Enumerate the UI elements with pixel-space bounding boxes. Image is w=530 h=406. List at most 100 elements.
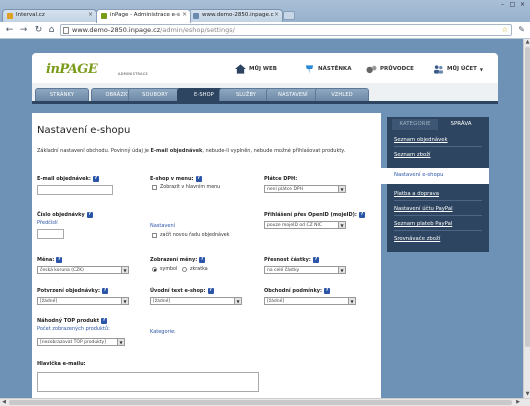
close-tab-icon[interactable]: × — [88, 11, 93, 18]
divider — [394, 230, 482, 231]
tab-pages[interactable]: STRÁNKY — [35, 88, 89, 101]
count-link[interactable]: Počet zobrazených produktů: — [37, 326, 110, 332]
favicon-icon — [193, 13, 199, 19]
tab-services[interactable]: SLUŽBY — [219, 88, 273, 101]
chevron-down-icon: ▼ — [234, 298, 241, 304]
back-icon[interactable]: ← — [4, 25, 15, 36]
forward-icon[interactable]: → — [18, 25, 29, 36]
terms-select[interactable]: [žádné] ▼ — [264, 297, 356, 305]
reload-icon[interactable]: ↻ — [33, 25, 44, 36]
email-input[interactable] — [37, 185, 113, 195]
close-window-icon[interactable]: × — [519, 2, 526, 8]
main-navigation: STRÁNKY OBRÁZKY SOUBORY E-SHOP SLUŽBY NA… — [32, 83, 498, 104]
confirmation-label: Potvrzení objednávky: — [37, 288, 101, 294]
prefix-input[interactable] — [37, 229, 64, 239]
minimize-icon[interactable]: – — [499, 2, 506, 8]
horizontal-scrollbar[interactable]: ◀ ▶ — [0, 398, 530, 406]
close-tab-icon[interactable]: × — [182, 11, 187, 18]
tab-settings[interactable]: NASTAVENÍ — [266, 88, 320, 101]
new-tab-button[interactable] — [283, 11, 295, 20]
help-icon[interactable]: ? — [102, 288, 109, 294]
star-icon[interactable]: ☆ — [502, 25, 508, 36]
tab-appearance[interactable]: VZHLED — [315, 88, 369, 101]
help-icon[interactable]: ? — [56, 257, 63, 263]
address-bar[interactable]: www.demo-2850.inpage.cz/admin/eshop/sett… — [60, 24, 512, 36]
settings-link[interactable]: Nastavení — [150, 223, 175, 229]
sidebar-item-products[interactable]: Seznam zboží — [394, 152, 482, 158]
help-icon[interactable]: ? — [101, 318, 108, 324]
random-top-label: Náhodný TOP produkt — [37, 318, 100, 324]
symbol-radio[interactable]: symbol — [152, 267, 177, 272]
browser-tab-admin[interactable]: inPage - Administrace e-s × — [96, 9, 191, 23]
chevron-down-icon: ▼ — [338, 222, 345, 228]
openid-select[interactable]: pouze mojeID od CZ NIC ▼ — [264, 221, 346, 229]
tab-categories[interactable]: KATEGORIE — [392, 119, 438, 130]
email-header-textarea[interactable] — [37, 372, 259, 392]
order-number-label: Číslo objednávky — [37, 212, 85, 218]
intro-text-group: Úvodní text e-shop:? — [150, 288, 214, 294]
home-icon — [235, 64, 246, 74]
help-icon[interactable]: ? — [92, 176, 99, 182]
topnav-account[interactable]: MŮJ ÚČET ▼ — [433, 62, 483, 76]
close-tab-icon[interactable]: × — [274, 11, 279, 18]
help-icon[interactable]: ? — [207, 288, 214, 294]
scroll-up-icon[interactable]: ▲ — [524, 39, 530, 46]
sidebar-item-paypal-payments[interactable]: Seznam plateb PayPal — [394, 221, 482, 227]
prefix-link[interactable]: Předčíslí — [37, 220, 93, 226]
precision-select[interactable]: na celé částky ▼ — [264, 266, 346, 274]
new-series-checkbox[interactable]: začít novou řadu objednávek — [152, 233, 230, 238]
guide-icon — [366, 65, 377, 74]
vat-select[interactable]: není plátce DPH ▼ — [264, 185, 346, 193]
email-header-label: Hlavička e-mailu: — [37, 361, 86, 367]
home-button-icon[interactable]: ⌂ — [46, 25, 57, 36]
confirmation-select[interactable]: [žádné] ▼ — [37, 297, 129, 305]
logo-subtitle: ADMINISTRACE — [118, 72, 149, 76]
help-icon[interactable]: ? — [195, 176, 202, 182]
eshop-menu-label: E-shop v menu: — [150, 176, 194, 182]
sidebar-item-orders[interactable]: Seznam objednávek — [394, 137, 482, 143]
tab-management[interactable]: SPRÁVA — [438, 119, 484, 130]
chevron-down-icon: ▼ — [117, 339, 124, 345]
scroll-right-icon[interactable]: ▶ — [514, 399, 522, 406]
scroll-down-icon[interactable]: ▼ — [524, 391, 530, 398]
browser-tab-interval[interactable]: Interval.cz × — [2, 9, 97, 22]
help-icon[interactable]: ? — [358, 212, 365, 218]
chevron-down-icon: ▼ — [348, 298, 355, 304]
divider — [394, 200, 482, 201]
site-logo[interactable]: inPAGE — [46, 62, 98, 77]
help-icon[interactable]: ? — [86, 212, 93, 218]
intro-text-label: Úvodní text e-shop: — [150, 288, 206, 294]
currency-select[interactable]: česká koruna (CZK) ▼ — [37, 266, 129, 274]
show-in-menu-checkbox[interactable]: Zobrazit v hlavním menu — [152, 185, 220, 190]
scroll-left-icon[interactable]: ◀ — [0, 399, 8, 406]
help-icon[interactable]: ? — [312, 257, 319, 263]
help-icon[interactable]: ? — [324, 288, 331, 294]
help-icon[interactable]: ? — [199, 257, 206, 263]
code-radio[interactable]: zkratka — [182, 267, 208, 272]
sidebar-item-eshop-settings[interactable]: Nastavení e-shopu — [381, 168, 489, 184]
topnav-dashboard[interactable]: NÁSTĚNKA — [304, 62, 351, 76]
email-label: E-mail objednávek: — [37, 176, 91, 182]
browser-tabstrip: Interval.cz × inPage - Administrace e-s … — [0, 0, 530, 23]
topnav-guide[interactable]: PRŮVODCE — [366, 62, 414, 76]
topnav-my-web[interactable]: MŮJ WEB — [235, 62, 277, 76]
settings-panel: Nastavení e-shopu Základní nastavení obc… — [32, 113, 381, 398]
browser-tab-demo[interactable]: www.demo-2850.inpage.c × — [188, 9, 283, 22]
sidebar-item-paypal-account[interactable]: Nastavení účtu PayPal — [394, 206, 482, 212]
terms-group: Obchodní podmínky:? — [264, 288, 331, 294]
page-icon — [63, 27, 69, 34]
vertical-scrollbar[interactable]: ▲ ▼ — [523, 39, 530, 398]
top-count-select[interactable]: [nezobrazovat TOP produkty] ▼ — [37, 338, 125, 346]
sidebar-item-payment-shipping[interactable]: Platba a doprava — [394, 191, 482, 197]
category-link[interactable]: Kategorie: — [150, 329, 176, 335]
scroll-thumb[interactable] — [525, 47, 530, 347]
confirmation-group: Potvrzení objednávky:? — [37, 288, 109, 294]
wrench-icon[interactable]: ✎ — [518, 25, 525, 34]
email-field-group: E-mail objednávek:? — [37, 176, 99, 182]
sidebar-item-comparators[interactable]: Srovnávače zboží — [394, 236, 482, 242]
tab-files[interactable]: SOUBORY — [128, 88, 182, 101]
maximize-icon[interactable]: □ — [509, 2, 516, 8]
scroll-thumb[interactable] — [9, 400, 512, 405]
sidebar: KATEGORIE SPRÁVA Seznam objednávek Sezna… — [387, 117, 489, 252]
intro-text-select[interactable]: [žádné] ▼ — [150, 297, 242, 305]
